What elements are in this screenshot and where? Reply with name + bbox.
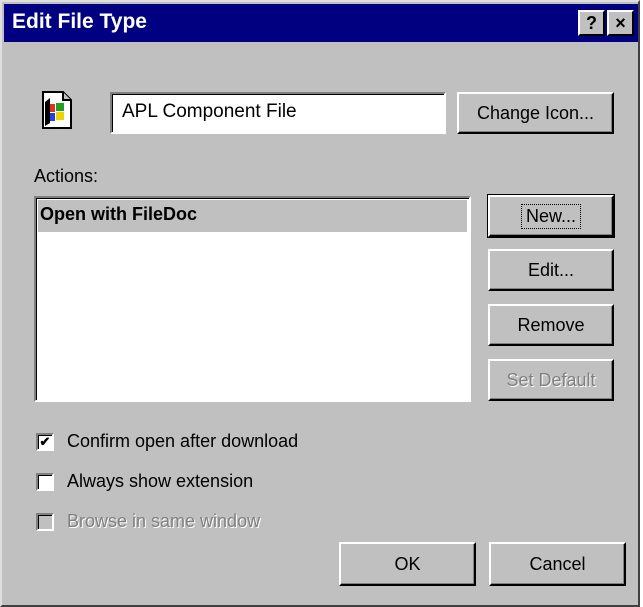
actions-listbox[interactable]: Open with FileDoc — [34, 196, 471, 402]
ok-button[interactable]: OK — [339, 542, 476, 586]
checkbox-box[interactable]: ✔ — [36, 432, 54, 451]
close-button[interactable]: × — [607, 10, 634, 36]
browse-same-window-checkbox[interactable]: Browse in same window — [36, 511, 260, 532]
checkbox-label: Browse in same window — [67, 511, 261, 531]
set-default-button[interactable]: Set Default — [488, 359, 614, 401]
actions-label: Actions: — [34, 166, 99, 186]
always-show-extension-checkbox[interactable]: Always show extension — [36, 471, 253, 492]
file-type-icon — [40, 90, 74, 130]
dialog-title: Edit File Type — [12, 10, 147, 33]
edit-file-type-dialog: Edit File Type ? × APL Component File Ch… — [0, 0, 640, 607]
list-item[interactable]: Open with FileDoc — [38, 200, 467, 232]
confirm-open-checkbox[interactable]: ✔ Confirm open after download — [36, 431, 298, 452]
checkbox-label: Confirm open after download — [67, 431, 299, 451]
title-bar[interactable]: Edit File Type ? × — [4, 4, 638, 42]
checkbox-box[interactable] — [36, 472, 54, 491]
checkbox-box[interactable] — [36, 512, 54, 531]
checkbox-label: Always show extension — [67, 471, 254, 491]
help-icon: ? — [586, 13, 597, 33]
new-action-button-label: New... — [520, 203, 582, 229]
remove-action-button[interactable]: Remove — [488, 304, 614, 346]
new-action-button[interactable]: New... — [487, 194, 615, 238]
edit-action-button[interactable]: Edit... — [488, 249, 614, 291]
cancel-button[interactable]: Cancel — [489, 542, 626, 586]
close-icon: × — [615, 13, 626, 33]
help-button[interactable]: ? — [578, 10, 605, 36]
change-icon-button[interactable]: Change Icon... — [457, 92, 614, 134]
file-type-description-input[interactable]: APL Component File — [110, 92, 446, 134]
